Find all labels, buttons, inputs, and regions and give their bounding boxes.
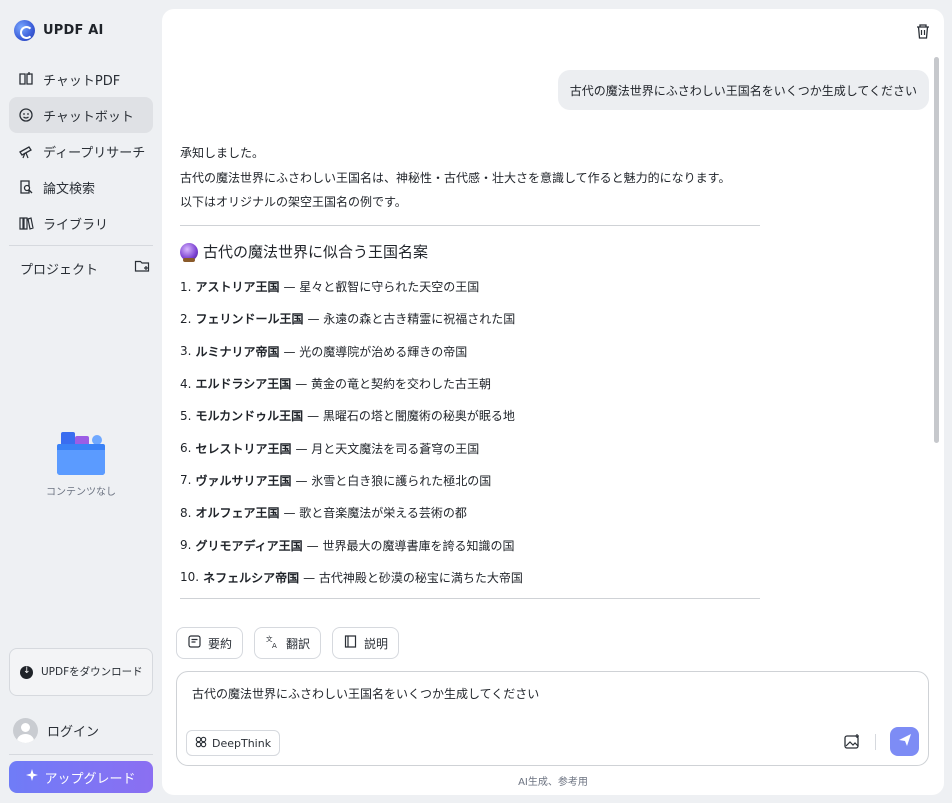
sidebar-item-label: ディープリサーチ — [43, 145, 146, 161]
translate-button[interactable]: 文A 翻訳 — [254, 627, 322, 659]
explain-icon — [343, 634, 358, 652]
sidebar-item-label: チャットボット — [43, 109, 134, 125]
chat-panel: 古代の魔法世界にふさわしい王国名をいくつか生成してください 承知しました。 古代… — [162, 9, 944, 795]
sparkle-icon — [26, 769, 39, 785]
translate-icon: 文A — [265, 634, 280, 652]
sidebar-item-deep-research[interactable]: ディープリサーチ — [9, 133, 153, 169]
sidebar-item-chatbot[interactable]: チャットボット — [9, 97, 153, 133]
message-composer[interactable]: 古代の魔法世界にふさわしい王国名をいくつか生成してください DeepThink — [176, 671, 929, 766]
send-button[interactable] — [890, 727, 919, 756]
svg-text:A: A — [272, 642, 277, 649]
download-label: UPDFをダウンロード — [41, 665, 143, 678]
project-section: プロジェクト — [20, 258, 150, 278]
project-label: プロジェクト — [20, 262, 99, 278]
sidebar-item-library[interactable]: ライブラリ — [9, 205, 153, 241]
updf-logo-icon — [14, 19, 35, 41]
sidebar: UPDF AI チャットPDF チャットボット ディープリサーチ 論文検索 ライ… — [0, 0, 162, 803]
crystal-ball-icon — [180, 242, 198, 262]
ai-disclaimer: AI生成、参考用 — [518, 777, 588, 788]
new-folder-icon[interactable] — [134, 258, 150, 278]
list-item: 2. フェリンドール王国 — 永遠の森と古き精霊に祝福された国 — [180, 311, 516, 327]
sidebar-item-chat-pdf[interactable]: チャットPDF — [9, 61, 153, 97]
sidebar-divider — [9, 245, 153, 246]
user-message: 古代の魔法世界にふさわしい王国名をいくつか生成してください — [557, 70, 929, 110]
avatar — [13, 718, 38, 743]
answer-divider-bottom — [180, 598, 760, 600]
telescope-icon — [17, 142, 35, 160]
explain-button[interactable]: 説明 — [332, 627, 400, 659]
library-icon — [17, 214, 35, 232]
sidebar-divider-bottom — [9, 754, 153, 755]
list-item: 10. ネフェルシア帝国 — 古代神殿と砂漠の秘宝に満ちた大帝国 — [180, 570, 523, 585]
answer-heading: 古代の魔法世界に似合う王国名案 — [180, 241, 770, 263]
summary-button[interactable]: 要約 — [176, 627, 244, 659]
download-icon — [20, 665, 33, 679]
empty-folder-illustration — [55, 430, 107, 476]
list-item: 9. グリモアディア王国 — 世界最大の魔導書庫を誇る知識の国 — [180, 538, 515, 553]
sidebar-item-label: 論文検索 — [43, 181, 96, 197]
sidebar-item-label: ライブラリ — [43, 217, 109, 233]
send-icon — [898, 732, 912, 751]
answer-intro-line: 承知しました。 — [180, 146, 265, 160]
upgrade-label: アップグレード — [44, 771, 136, 787]
list-item: 1. アストリア王国 — 星々と叡智に守られた天空の王国 — [180, 279, 480, 295]
chat-scrollbar[interactable] — [934, 57, 939, 443]
list-item: 4. エルドラシア王国 — 黄金の竜と契約を交わした古王朝 — [180, 376, 492, 392]
list-item: 3. ルミナリア帝国 — 光の魔導院が治める輝きの帝国 — [180, 344, 468, 359]
list-item: 6. セレストリア王国 — 月と天文魔法を司る蒼穹の王国 — [180, 441, 480, 456]
upgrade-button[interactable]: アップグレード — [9, 761, 153, 793]
list-item: 8. オルフェア王国 — 歌と音楽魔法が栄える芸術の都 — [180, 505, 467, 521]
answer-actions: 要約 文A 翻訳 説明 — [176, 627, 400, 659]
clear-chat-icon[interactable] — [914, 22, 932, 40]
translate-label: 翻訳 — [286, 636, 311, 651]
download-updf-button[interactable]: UPDFをダウンロード — [9, 648, 153, 696]
chatbot-icon — [17, 106, 35, 124]
sidebar-nav: チャットPDF チャットボット ディープリサーチ 論文検索 ライブラリ — [9, 61, 153, 241]
list-item: 5. モルカンドゥル王国 — 黒曜石の塔と闇魔術の秘奥が眠る地 — [180, 408, 515, 424]
empty-state-label: コンテンツなし — [46, 487, 116, 498]
deepthink-icon — [195, 736, 207, 751]
sidebar-item-paper-search[interactable]: 論文検索 — [9, 169, 153, 205]
answer-intro-line: 古代の魔法世界にふさわしい王国名は、神秘性・古代感・壮大さを意識して作ると魅力的… — [180, 170, 731, 185]
book-icon — [17, 70, 35, 88]
image-upload-icon[interactable] — [843, 733, 861, 751]
explain-label: 説明 — [364, 636, 389, 651]
login-label: ログイン — [47, 725, 100, 740]
login-row[interactable]: ログイン — [13, 718, 99, 743]
summary-icon — [187, 634, 202, 652]
brand[interactable]: UPDF AI — [14, 19, 104, 41]
deepthink-toggle[interactable]: DeepThink — [186, 730, 281, 756]
composer-divider — [875, 734, 876, 750]
kingdom-list: 1. アストリア王国 — 星々と叡智に守られた天空の王国 2. フェリンドール王国 — … — [180, 271, 770, 594]
assistant-message: 承知しました。 古代の魔法世界にふさわしい王国名は、神秘性・古代感・壮大さを意識… — [180, 141, 770, 600]
app-title: UPDF AI — [43, 22, 104, 38]
summary-label: 要約 — [208, 636, 233, 651]
paper-search-icon — [17, 178, 35, 196]
answer-heading-text: 古代の魔法世界に似合う王国名案 — [203, 243, 429, 261]
sidebar-item-label: チャットPDF — [43, 73, 121, 89]
answer-intro-line: 以下はオリジナルの架空王国名の例です。 — [180, 195, 407, 209]
message-input[interactable]: 古代の魔法世界にふさわしい王国名をいくつか生成してください — [192, 685, 539, 702]
deepthink-label: DeepThink — [212, 736, 272, 750]
answer-divider — [180, 224, 760, 226]
user-message-text: 古代の魔法世界にふさわしい王国名をいくつか生成してください — [569, 83, 917, 98]
list-item: 7. ヴァルサリア王国 — 氷雪と白き狼に護られた極北の国 — [180, 473, 492, 488]
